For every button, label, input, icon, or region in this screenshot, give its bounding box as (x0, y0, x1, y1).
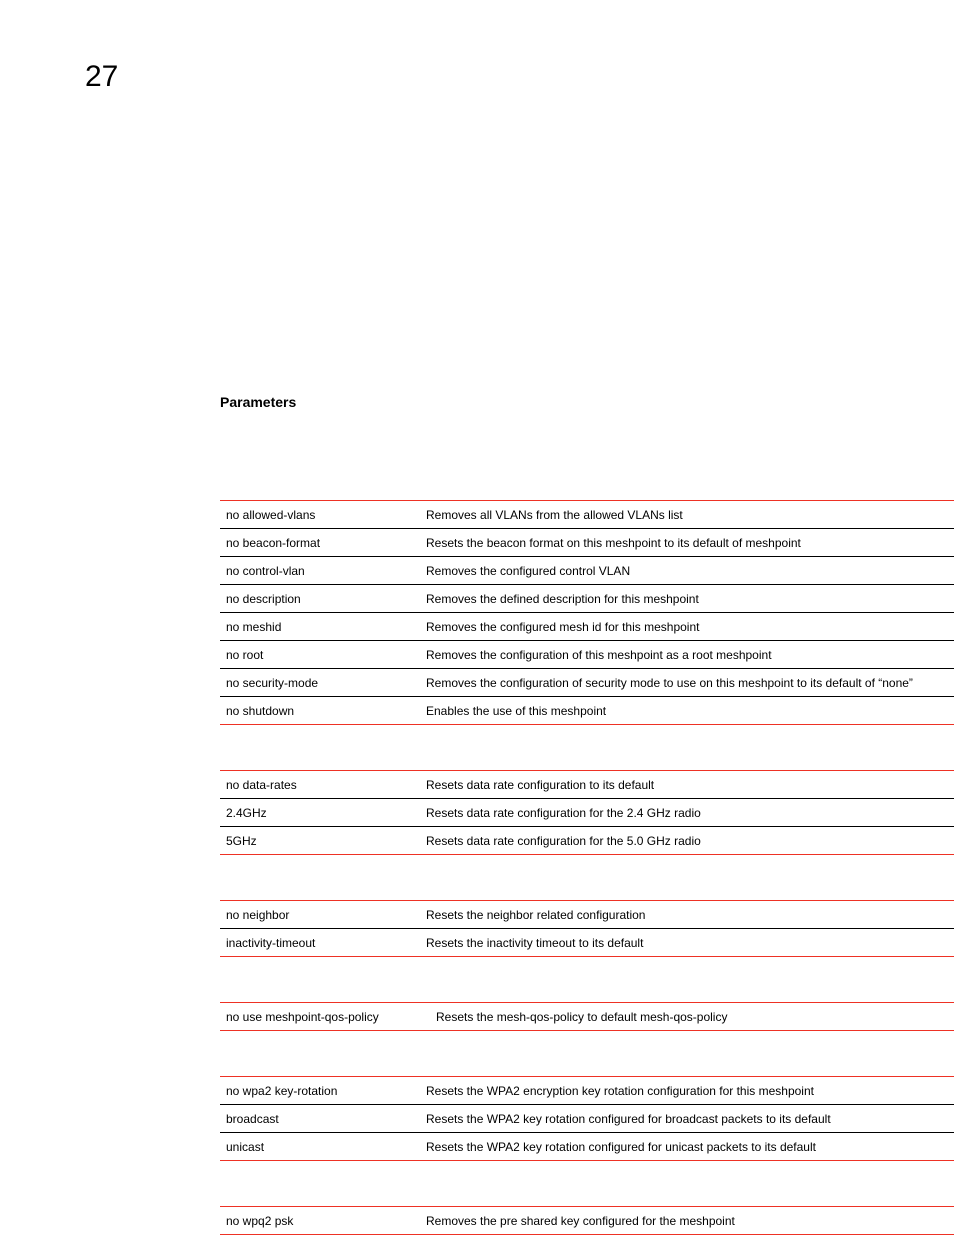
parameters-heading: Parameters (220, 394, 869, 410)
table-row: no allowed-vlansRemoves all VLANs from t… (220, 501, 954, 529)
parameter-name: unicast (220, 1133, 426, 1161)
parameter-description: Resets data rate configuration for the 5… (426, 827, 954, 855)
table-row: no wpq2 pskRemoves the pre shared key co… (220, 1207, 954, 1235)
parameter-description: Removes the configured control VLAN (426, 557, 954, 585)
parameter-description: Removes the configured mesh id for this … (426, 613, 954, 641)
parameter-name: no security-mode (220, 669, 426, 697)
parameter-name: no wpa2 key-rotation (220, 1077, 426, 1105)
chapter-number: 27 (85, 60, 869, 94)
parameter-name: no allowed-vlans (220, 501, 426, 529)
parameter-description: Resets data rate configuration to its de… (426, 771, 954, 799)
parameters-table: no neighborResets the neighbor related c… (220, 900, 954, 957)
table-row: no use meshpoint-qos-policyResets the me… (220, 1003, 954, 1031)
parameter-name: no control-vlan (220, 557, 426, 585)
table-row: no beacon-formatResets the beacon format… (220, 529, 954, 557)
parameter-description: Removes the configuration of this meshpo… (426, 641, 954, 669)
parameter-name: no root (220, 641, 426, 669)
parameter-name: no wpq2 psk (220, 1207, 426, 1235)
parameters-table: no use meshpoint-qos-policyResets the me… (220, 1002, 954, 1031)
parameter-description: Resets the neighbor related configuratio… (426, 901, 954, 929)
parameter-name: no beacon-format (220, 529, 426, 557)
tables-container: no allowed-vlansRemoves all VLANs from t… (220, 500, 869, 1235)
parameter-name: 5GHz (220, 827, 426, 855)
parameter-description: Removes the defined description for this… (426, 585, 954, 613)
parameter-description: Resets the WPA2 encryption key rotation … (426, 1077, 954, 1105)
parameter-description: Resets the inactivity timeout to its def… (426, 929, 954, 957)
parameter-name: no use meshpoint-qos-policy (220, 1003, 436, 1031)
parameter-description: Resets the mesh-qos-policy to default me… (436, 1003, 954, 1031)
table-row: no security-modeRemoves the configuratio… (220, 669, 954, 697)
parameters-table: no data-ratesResets data rate configurat… (220, 770, 954, 855)
parameter-description: Removes the configuration of security mo… (426, 669, 954, 697)
table-row: no meshidRemoves the configured mesh id … (220, 613, 954, 641)
parameter-name: broadcast (220, 1105, 426, 1133)
table-row: no neighborResets the neighbor related c… (220, 901, 954, 929)
table-row: inactivity-timeoutResets the inactivity … (220, 929, 954, 957)
parameter-description: Resets the beacon format on this meshpoi… (426, 529, 954, 557)
parameter-description: Resets data rate configuration for the 2… (426, 799, 954, 827)
table-row: no descriptionRemoves the defined descri… (220, 585, 954, 613)
table-row: no control-vlanRemoves the configured co… (220, 557, 954, 585)
parameter-name: inactivity-timeout (220, 929, 426, 957)
parameters-table: no allowed-vlansRemoves all VLANs from t… (220, 500, 954, 725)
table-row: no data-ratesResets data rate configurat… (220, 771, 954, 799)
parameter-description: Enables the use of this meshpoint (426, 697, 954, 725)
table-row: no shutdownEnables the use of this meshp… (220, 697, 954, 725)
parameter-description: Removes the pre shared key configured fo… (426, 1207, 954, 1235)
parameter-description: Resets the WPA2 key rotation configured … (426, 1105, 954, 1133)
parameter-name: no shutdown (220, 697, 426, 725)
parameter-description: Resets the WPA2 key rotation configured … (426, 1133, 954, 1161)
table-row: broadcastResets the WPA2 key rotation co… (220, 1105, 954, 1133)
page-body: Parameters no allowed-vlansRemoves all V… (85, 94, 869, 1235)
table-row: unicastResets the WPA2 key rotation conf… (220, 1133, 954, 1161)
table-row: no rootRemoves the configuration of this… (220, 641, 954, 669)
parameters-table: no wpa2 key-rotationResets the WPA2 encr… (220, 1076, 954, 1161)
parameter-name: no description (220, 585, 426, 613)
parameter-name: no data-rates (220, 771, 426, 799)
table-row: no wpa2 key-rotationResets the WPA2 encr… (220, 1077, 954, 1105)
table-row: 5GHzResets data rate configuration for t… (220, 827, 954, 855)
parameter-name: 2.4GHz (220, 799, 426, 827)
parameter-description: Removes all VLANs from the allowed VLANs… (426, 501, 954, 529)
table-row: 2.4GHzResets data rate configuration for… (220, 799, 954, 827)
parameter-name: no meshid (220, 613, 426, 641)
parameters-table: no wpq2 pskRemoves the pre shared key co… (220, 1206, 954, 1235)
parameter-name: no neighbor (220, 901, 426, 929)
